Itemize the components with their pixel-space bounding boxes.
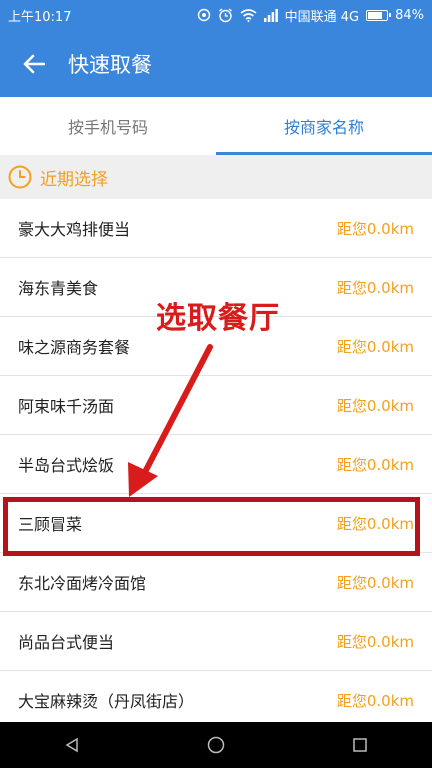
restaurant-distance: 距您0.0km	[336, 396, 414, 415]
restaurant-name: 东北冷面烤冷面馆	[18, 574, 147, 593]
restaurant-distance: 距您0.0km	[336, 219, 414, 238]
tab-bar: 按手机号码 按商家名称	[0, 97, 432, 156]
restaurant-name: 三顾冒菜	[18, 515, 83, 534]
restaurant-distance: 距您0.0km	[336, 455, 414, 474]
restaurant-name: 大宝麻辣烫（丹凤街店）	[18, 692, 195, 711]
tab-by-merchant[interactable]: 按商家名称	[216, 97, 432, 156]
restaurant-distance: 距您0.0km	[336, 337, 414, 356]
app-bar: 快速取餐	[0, 30, 432, 97]
restaurant-row[interactable]: 尚品台式便当 距您0.0km	[0, 612, 432, 671]
sync-icon	[197, 8, 211, 22]
restaurant-name: 阿束味千汤面	[18, 397, 115, 416]
system-nav-bar	[0, 722, 432, 768]
arrow-left-icon	[23, 54, 45, 73]
restaurant-row[interactable]: 海东青美食 距您0.0km	[0, 258, 432, 317]
recent-section-header: 近期选择	[0, 155, 432, 199]
restaurant-name: 尚品台式便当	[18, 633, 115, 652]
nav-recents-button[interactable]	[330, 722, 390, 768]
battery-icon	[366, 9, 392, 21]
alarm-icon	[218, 7, 233, 23]
back-button[interactable]	[0, 30, 68, 97]
restaurant-distance: 距您0.0km	[336, 278, 414, 297]
circle-home-icon	[207, 736, 225, 754]
triangle-back-icon	[65, 737, 78, 753]
restaurant-distance: 距您0.0km	[336, 632, 414, 651]
tab-label: 按手机号码	[67, 118, 148, 137]
clock-icon	[8, 165, 32, 189]
restaurant-list: 豪大大鸡排便当 距您0.0km 海东青美食 距您0.0km 味之源商务套餐 距您0.0km…	[0, 199, 432, 730]
restaurant-name: 豪大大鸡排便当	[18, 220, 131, 239]
signal-icon	[263, 8, 278, 22]
restaurant-row[interactable]: 阿束味千汤面 距您0.0km	[0, 376, 432, 435]
battery-level	[368, 11, 383, 19]
nav-back-button[interactable]	[42, 722, 102, 768]
tab-by-phone[interactable]: 按手机号码	[0, 97, 216, 155]
status-time: 上午10:17	[8, 9, 72, 25]
restaurant-name: 半岛台式烩饭	[18, 456, 115, 475]
restaurant-row[interactable]: 味之源商务套餐 距您0.0km	[0, 317, 432, 376]
restaurant-row[interactable]: 豪大大鸡排便当 距您0.0km	[0, 199, 432, 258]
restaurant-distance: 距您0.0km	[336, 691, 414, 710]
status-bar: 上午10:17 中国联通 4G 84%	[0, 0, 432, 30]
restaurant-name: 海东青美食	[18, 279, 99, 298]
restaurant-distance: 距您0.0km	[336, 573, 414, 592]
restaurant-row[interactable]: 半岛台式烩饭 距您0.0km	[0, 435, 432, 494]
nav-home-button[interactable]	[186, 722, 246, 768]
carrier-label: 中国联通 4G	[284, 9, 360, 25]
section-label: 近期选择	[40, 169, 108, 190]
restaurant-row[interactable]: 三顾冒菜 距您0.0km	[0, 494, 432, 553]
restaurant-row[interactable]: 东北冷面烤冷面馆 距您0.0km	[0, 553, 432, 612]
tab-label: 按商家名称	[283, 118, 364, 137]
square-recents-icon	[353, 738, 367, 752]
restaurant-name: 味之源商务套餐	[18, 338, 131, 357]
restaurant-distance: 距您0.0km	[336, 514, 414, 533]
status-icons: 中国联通 4G 84%	[197, 6, 424, 25]
page-title: 快速取餐	[68, 52, 152, 77]
wifi-icon	[240, 8, 257, 22]
battery-percent: 84%	[395, 7, 424, 23]
